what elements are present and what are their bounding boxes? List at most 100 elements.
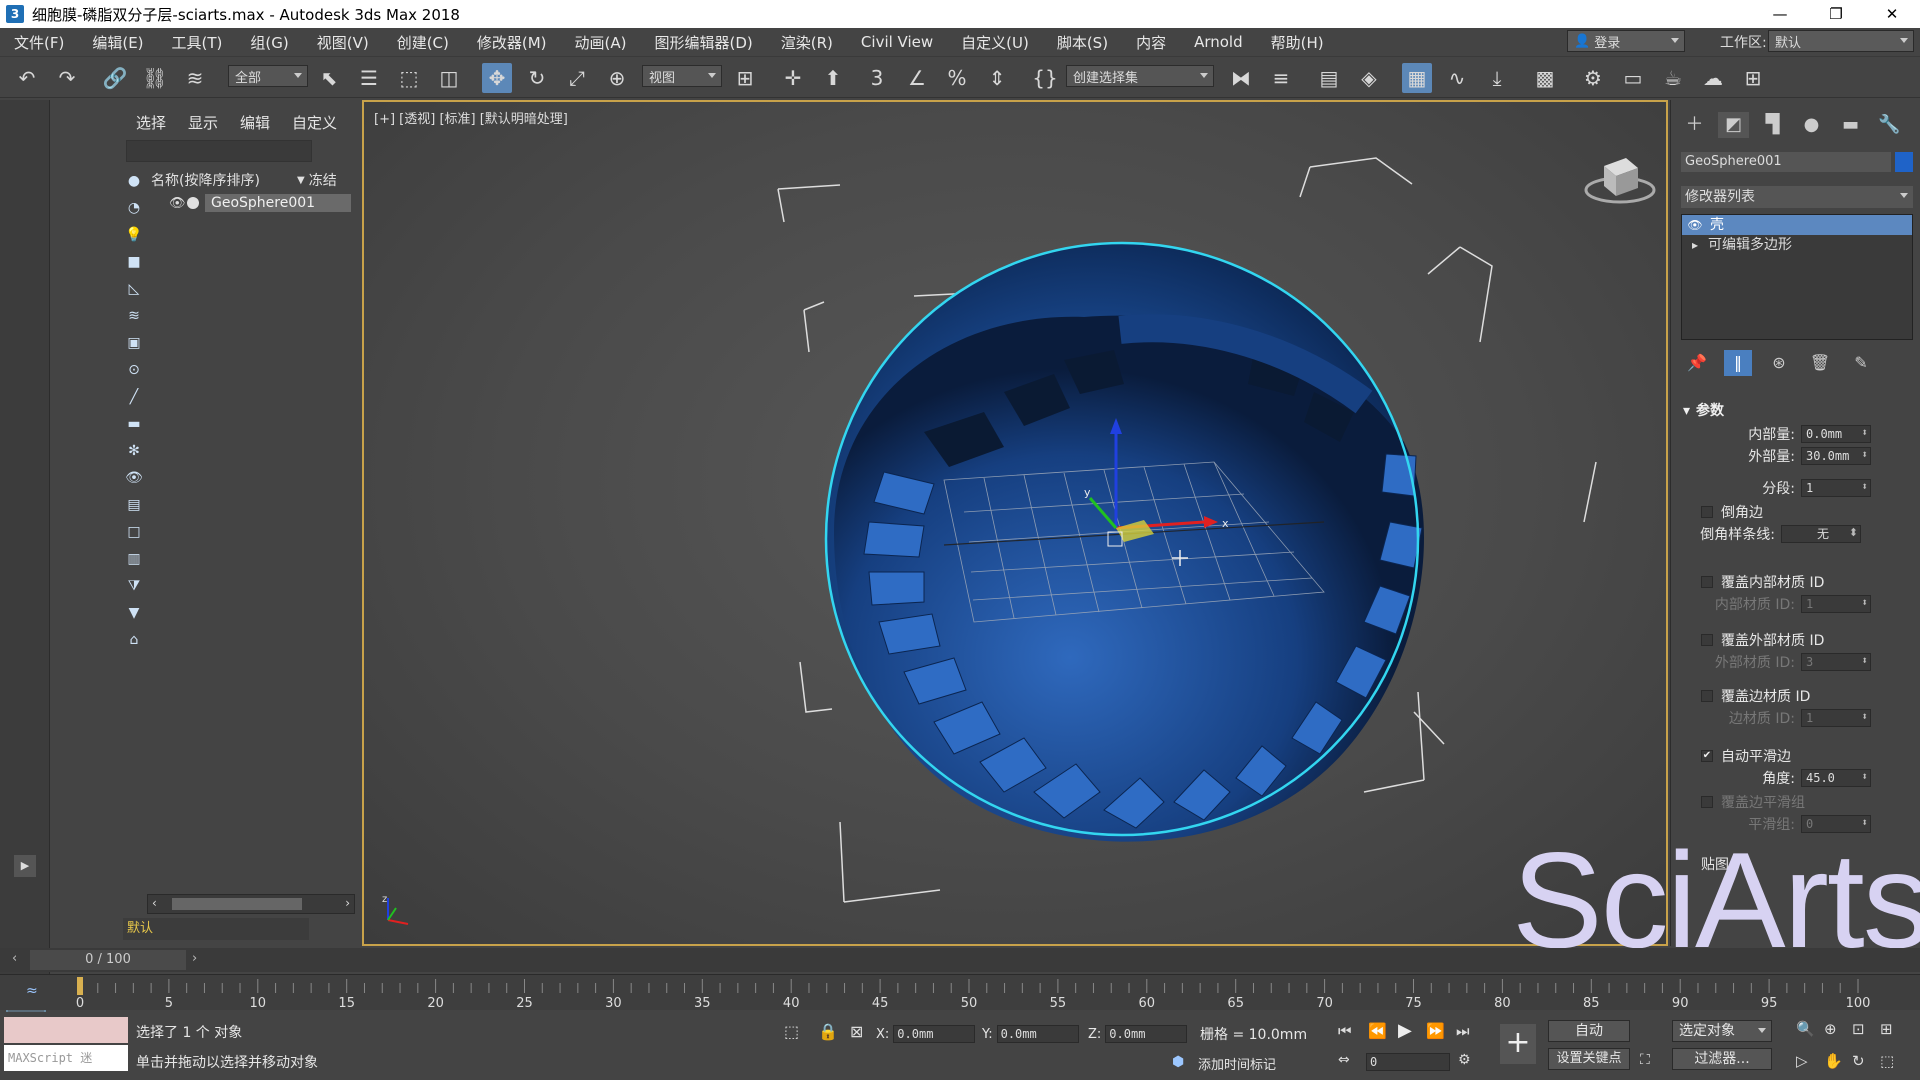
add-time-tag[interactable]: 添加时间标记	[1198, 1054, 1276, 1073]
select-and-move-icon[interactable]: ✥	[482, 63, 512, 93]
angle-snap-icon[interactable]: ∠	[902, 63, 932, 93]
y-field[interactable]: 0.0mm	[996, 1025, 1079, 1043]
window-crossing-icon[interactable]: ◫	[434, 63, 464, 93]
field-of-view-icon[interactable]: ▷	[1796, 1052, 1808, 1070]
edge-mat-spinner[interactable]: 1	[1801, 709, 1871, 727]
select-and-place-icon[interactable]: ⊕	[602, 63, 632, 93]
selection-filter-dropdown[interactable]: 全部	[228, 65, 308, 87]
zoom-extents-icon[interactable]: ⊡	[1852, 1020, 1865, 1038]
prev-frame-arrow-icon[interactable]: ‹	[12, 951, 17, 966]
schematic-view-icon[interactable]: ⤓	[1482, 63, 1512, 93]
modifier-list-dropdown[interactable]: 修改器列表	[1681, 186, 1913, 208]
invert-filter-icon[interactable]: ▥	[123, 548, 145, 570]
checkbox-box[interactable]	[1701, 690, 1713, 702]
toggle-layer-explorer-icon[interactable]: ◈	[1354, 63, 1384, 93]
current-frame-marker[interactable]	[77, 977, 83, 995]
track-bar[interactable]: ≈ 0 5 10 15 20 25 30 35 40 45 50 55 60 65 70 75 80 85 90 95…	[0, 974, 1920, 1011]
configure-sets-icon[interactable]: ✎	[1847, 350, 1875, 376]
outer-amount-spinner[interactable]: 30.0mm	[1801, 447, 1871, 465]
select-and-rotate-icon[interactable]: ↻	[522, 63, 552, 93]
keyboard-shortcut-override-icon[interactable]: ⬆	[818, 63, 848, 93]
spacewarps-filter-icon[interactable]: ≋	[123, 305, 145, 327]
bevel-edges-checkbox[interactable]: 倒角边	[1701, 502, 1763, 522]
shapes-filter-icon[interactable]: ◔	[123, 197, 145, 219]
geometry-filter-icon[interactable]: ●	[123, 170, 145, 192]
link-icon[interactable]: 🔗	[100, 63, 130, 93]
menu-file[interactable]: 文件(F)	[0, 32, 78, 53]
object-color-swatch[interactable]	[1895, 152, 1913, 172]
mirror-icon[interactable]: ⧓	[1226, 63, 1256, 93]
create-tab-icon[interactable]: ＋	[1679, 112, 1710, 138]
goto-end-icon[interactable]: ⏭	[1456, 1022, 1470, 1040]
visibility-eye-icon[interactable]: 👁	[169, 196, 186, 211]
checkbox-box[interactable]: ✔	[1701, 750, 1713, 762]
undo-icon[interactable]: ↶	[12, 63, 42, 93]
restore-button[interactable]: ❐	[1808, 0, 1864, 28]
helpers-filter-icon[interactable]: ◺	[123, 278, 145, 300]
all-filter-icon[interactable]: ▤	[123, 494, 145, 516]
render-setup-icon[interactable]: ⚙	[1578, 63, 1608, 93]
utilities-tab-icon[interactable]: 🔧	[1874, 112, 1905, 138]
bevel-spline-button[interactable]: 无	[1781, 525, 1861, 543]
pivot-center-icon[interactable]: ⊞	[730, 63, 760, 93]
scroll-left-icon[interactable]: ‹	[152, 896, 157, 910]
override-edge-mat-checkbox[interactable]: 覆盖边材质 ID	[1701, 686, 1810, 706]
menu-modifiers[interactable]: 修改器(M)	[463, 32, 561, 53]
set-key-big-icon[interactable]: +	[1500, 1024, 1536, 1064]
menu-customize[interactable]: 自定义(U)	[947, 32, 1043, 53]
x-field[interactable]: 0.0mm	[893, 1025, 976, 1043]
motion-tab-icon[interactable]: ●	[1796, 112, 1827, 138]
checkbox-box[interactable]	[1701, 576, 1713, 588]
time-slider[interactable]: ‹ 0 / 100 ›	[0, 948, 1920, 972]
next-frame-icon[interactable]: ⏩	[1426, 1022, 1445, 1040]
current-frame-field[interactable]: 0	[1366, 1053, 1450, 1071]
material-editor-icon[interactable]: ▩	[1530, 63, 1560, 93]
minimize-button[interactable]: —	[1752, 0, 1808, 28]
auto-key-button[interactable]: 自动	[1548, 1020, 1630, 1042]
a360-gallery-icon[interactable]: ⊞	[1738, 63, 1768, 93]
scroll-right-icon[interactable]: ›	[345, 896, 350, 910]
explorer-tab-edit[interactable]: 编辑	[229, 112, 281, 133]
layer-icon[interactable]: ⌂	[123, 629, 145, 651]
login-dropdown[interactable]: 👤 登录	[1567, 30, 1685, 52]
groups-filter-icon[interactable]: ▣	[123, 332, 145, 354]
menu-scripting[interactable]: 脚本(S)	[1043, 32, 1122, 53]
isolate-selection-icon[interactable]: ⬚	[784, 1022, 799, 1041]
menu-graph-editors[interactable]: 图形编辑器(D)	[641, 32, 767, 53]
zoom-all-icon[interactable]: ⊕	[1824, 1020, 1837, 1038]
none-filter-icon[interactable]: □	[123, 521, 145, 543]
align-icon[interactable]: ≡	[1266, 63, 1296, 93]
goto-start-icon[interactable]: ⏮	[1338, 1022, 1352, 1040]
explorer-search-input[interactable]	[126, 140, 312, 162]
zoom-extents-all-icon[interactable]: ⊞	[1880, 1020, 1893, 1038]
menu-civil-view[interactable]: Civil View	[847, 33, 947, 51]
modifier-eye-icon[interactable]: 👁	[1682, 215, 1708, 235]
absolute-mode-icon[interactable]: ⊠	[850, 1022, 863, 1041]
next-frame-arrow-icon[interactable]: ›	[192, 951, 197, 966]
override-outer-mat-checkbox[interactable]: 覆盖外部材质 ID	[1701, 630, 1824, 650]
name-column[interactable]: 名称(按降序排序)	[151, 170, 291, 190]
rect-selection-region-icon[interactable]: ⬚	[394, 63, 424, 93]
redo-icon[interactable]: ↷	[52, 63, 82, 93]
reference-coordinate-dropdown[interactable]: 视图	[642, 65, 722, 87]
modifier-shell[interactable]: 👁 壳	[1682, 215, 1912, 235]
menu-arnold[interactable]: Arnold	[1180, 33, 1257, 51]
time-config-icon[interactable]: ⚙	[1458, 1052, 1471, 1068]
rollout-header[interactable]: ▾ 参数	[1683, 400, 1724, 420]
prev-frame-icon[interactable]: ⏪	[1368, 1022, 1387, 1040]
make-unique-icon[interactable]: ⊛	[1765, 350, 1793, 376]
lights-filter-icon[interactable]: 💡	[123, 224, 145, 246]
filter-icon[interactable]: ▼	[123, 602, 145, 624]
menu-create[interactable]: 创建(C)	[383, 32, 463, 53]
explorer-tab-customize[interactable]: 自定义	[281, 112, 348, 133]
key-filters-icon[interactable]: ⛶	[1640, 1052, 1650, 1068]
selection-lock-icon[interactable]: 🔒	[818, 1022, 838, 1041]
modify-tab-icon[interactable]: ◩	[1718, 112, 1749, 138]
edit-named-selection-icon[interactable]: {}	[1030, 63, 1060, 93]
pin-stack-icon[interactable]: 📌	[1683, 350, 1711, 376]
hierarchy-tab-icon[interactable]: ▜	[1757, 112, 1788, 138]
inner-mat-spinner[interactable]: 1	[1801, 595, 1871, 613]
set-key-button[interactable]: 设置关键点	[1548, 1048, 1630, 1070]
menu-animation[interactable]: 动画(A)	[561, 32, 641, 53]
explorer-hscrollbar[interactable]: ‹ ›	[147, 894, 355, 914]
